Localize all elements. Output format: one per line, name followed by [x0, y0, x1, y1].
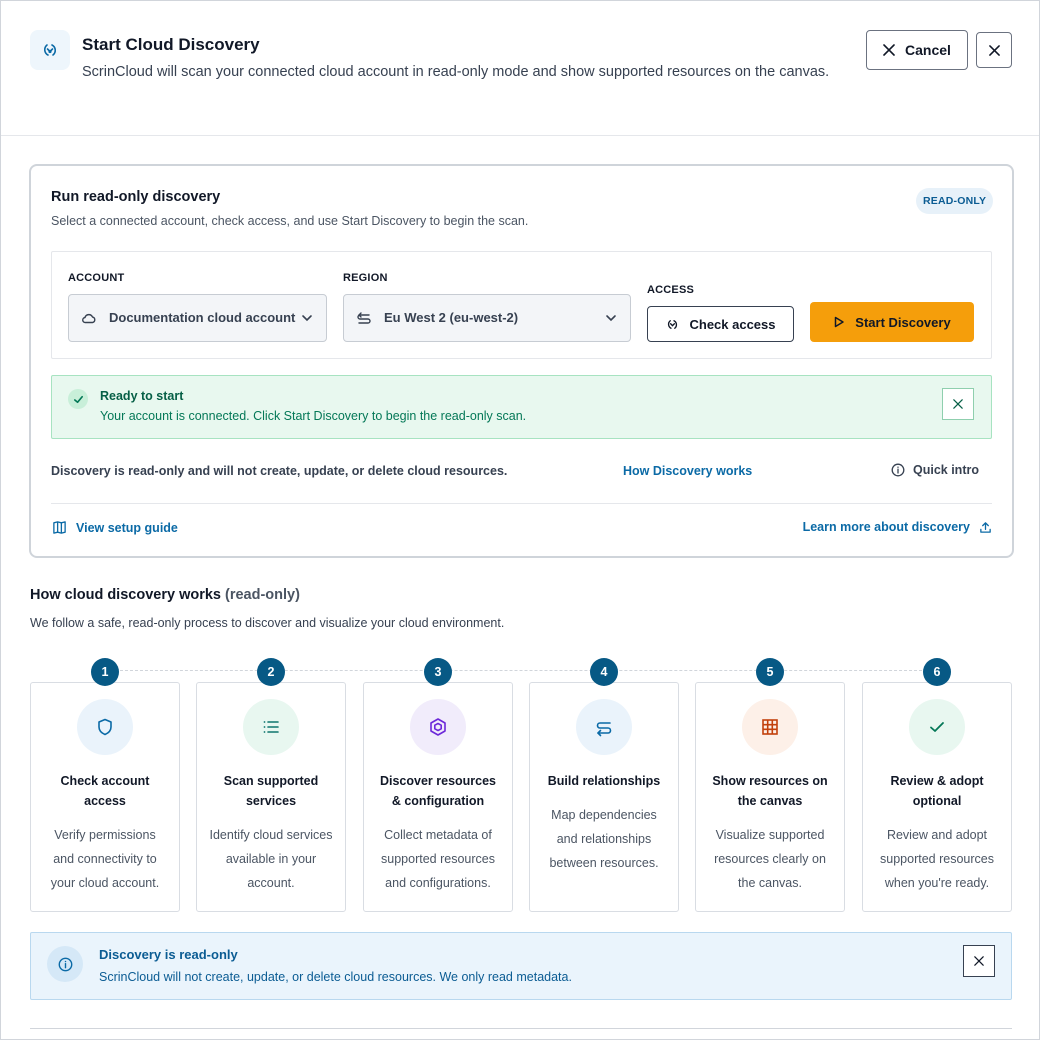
- learn-more-label: Learn more about discovery: [802, 520, 970, 534]
- how-section-subtitle: We follow a safe, read-only process to d…: [30, 616, 505, 630]
- start-discovery-label: Start Discovery: [855, 314, 951, 330]
- alert-message: Your account is connected. Click Start D…: [100, 409, 527, 423]
- chevron-down-icon: [606, 315, 616, 322]
- step-card: 4 Build relationships Map dependencies a…: [529, 658, 679, 912]
- card-title: Run read-only discovery: [51, 189, 221, 205]
- dialog-header: Start Cloud Discovery ScrinCloud will sc…: [1, 1, 1039, 136]
- region-label: REGION: [343, 272, 388, 284]
- card-subtitle: Select a connected account, check access…: [51, 214, 529, 228]
- step-card: 3 Discover resources & configuration Col…: [363, 658, 513, 912]
- account-select[interactable]: Documentation cloud account: [68, 294, 327, 342]
- info-message: ScrinCloud will not create, update, or d…: [99, 970, 572, 984]
- step-number: 2: [257, 658, 285, 686]
- step-number: 4: [590, 658, 618, 686]
- step-title: Review & adopt optional: [890, 774, 984, 808]
- check-access-button[interactable]: Check access: [647, 306, 794, 342]
- read-only-note: Discovery is read-only and will not crea…: [51, 464, 508, 478]
- play-icon: [835, 316, 845, 328]
- learn-more-link[interactable]: Learn more about discovery: [803, 520, 992, 534]
- quick-intro-label: Quick intro: [913, 463, 979, 477]
- step-title: Show resources on the canvas: [712, 774, 828, 808]
- how-section-title: How cloud discovery works (read-only): [30, 587, 300, 603]
- dismiss-info-button[interactable]: [963, 945, 995, 977]
- discovery-card: Run read-only discovery Select a connect…: [29, 164, 1014, 558]
- info-icon: [47, 946, 83, 982]
- step-description: Review and adopt supported resources whe…: [880, 828, 994, 890]
- quick-intro-button[interactable]: Quick intro: [891, 463, 979, 477]
- step-number: 6: [923, 658, 951, 686]
- check-icon: [909, 699, 965, 755]
- chevron-down-icon: [302, 315, 312, 322]
- steps-connector: [105, 670, 937, 671]
- info-icon: [891, 463, 905, 477]
- discovery-icon: [30, 30, 70, 70]
- read-only-info-banner: Discovery is read-only ScrinCloud will n…: [30, 932, 1012, 1000]
- step-description: Identify cloud services available in you…: [209, 828, 333, 890]
- check-circle-icon: [68, 389, 88, 409]
- cancel-button[interactable]: Cancel: [866, 30, 968, 70]
- account-label: ACCOUNT: [68, 272, 125, 284]
- close-icon: [883, 44, 895, 56]
- cloud-icon: [82, 313, 96, 324]
- link-icon: [576, 699, 632, 755]
- discovery-icon: [668, 319, 678, 329]
- ready-alert: Ready to start Your account is connected…: [51, 375, 992, 439]
- account-value: Documentation cloud account: [109, 310, 296, 325]
- region-value: Eu West 2 (eu-west-2): [384, 310, 519, 325]
- how-title-suffix: (read-only): [225, 587, 300, 603]
- dialog: Start Cloud Discovery ScrinCloud will sc…: [0, 0, 1040, 1040]
- how-discovery-works-link[interactable]: How Discovery works: [623, 464, 752, 478]
- hexagon-icon: [410, 699, 466, 755]
- step-card: 5 Show resources on the canvas Visualize…: [695, 658, 845, 912]
- alert-title: Ready to start: [100, 389, 184, 403]
- check-access-label: Check access: [689, 316, 776, 332]
- close-icon: [953, 399, 963, 409]
- step-description: Map dependencies and relationships betwe…: [549, 808, 659, 870]
- region-select[interactable]: Eu West 2 (eu-west-2): [343, 294, 631, 342]
- step-title: Check account access: [60, 774, 150, 808]
- step-number: 5: [756, 658, 784, 686]
- divider: [51, 503, 992, 504]
- close-icon: [974, 956, 984, 966]
- close-icon: [988, 44, 1000, 56]
- access-label: ACCESS: [647, 284, 695, 296]
- external-link-icon: [980, 521, 991, 533]
- shield-icon: [77, 699, 133, 755]
- info-title: Discovery is read-only: [99, 947, 238, 962]
- step-number: 1: [91, 658, 119, 686]
- step-title: Discover resources & configuration: [379, 774, 497, 808]
- step-description: Verify permissions and connectivity to y…: [50, 828, 160, 890]
- list-icon: [243, 699, 299, 755]
- step-description: Collect metadata of supported resources …: [381, 828, 495, 890]
- how-title-text: How cloud discovery works: [30, 587, 221, 603]
- region-icon: [357, 312, 371, 324]
- step-title: Scan supported services: [223, 774, 319, 808]
- setup-guide-label: View setup guide: [76, 520, 178, 535]
- page-title: Start Cloud Discovery: [82, 35, 260, 54]
- cancel-label: Cancel: [905, 42, 951, 58]
- step-number: 3: [424, 658, 452, 686]
- step-card: 1 Check account access Verify permission…: [30, 658, 180, 912]
- step-card: 6 Review & adopt optional Review and ado…: [862, 658, 1012, 912]
- setup-guide-link[interactable]: View setup guide: [52, 520, 178, 535]
- step-description: Visualize supported resources clearly on…: [714, 828, 826, 890]
- step-card: 2 Scan supported services Identify cloud…: [196, 658, 346, 912]
- page-subtitle: ScrinCloud will scan your connected clou…: [82, 64, 830, 80]
- book-icon: [53, 521, 66, 534]
- start-discovery-button[interactable]: Start Discovery: [810, 302, 974, 342]
- read-only-badge: READ-ONLY: [916, 188, 994, 214]
- discovery-form: ACCOUNT Documentation cloud account REGI…: [51, 251, 992, 359]
- divider: [30, 1028, 1012, 1029]
- dismiss-alert-button[interactable]: [942, 388, 974, 420]
- grid-icon: [742, 699, 798, 755]
- step-title: Build relationships: [547, 774, 661, 788]
- close-dialog-button[interactable]: [976, 32, 1012, 68]
